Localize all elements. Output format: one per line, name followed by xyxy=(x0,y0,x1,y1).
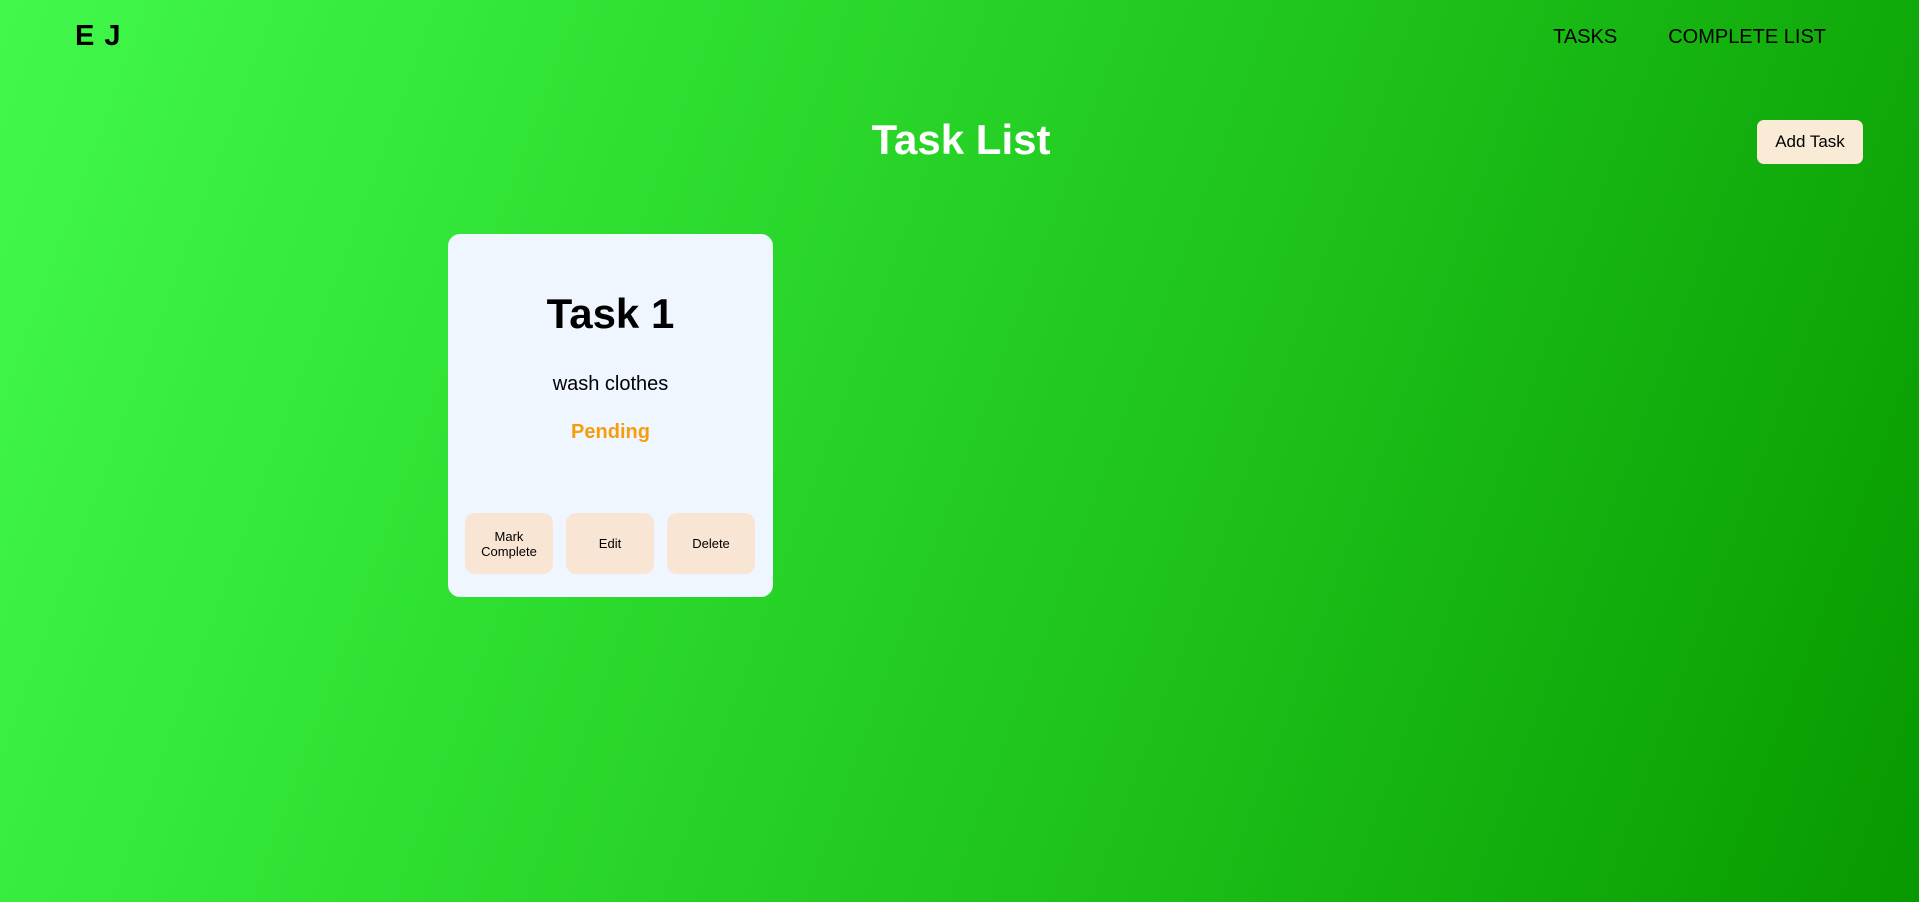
task-status-badge: Pending xyxy=(571,421,650,443)
nav-link-complete-list[interactable]: COMPLETE LIST xyxy=(1668,26,1826,49)
mark-complete-button[interactable]: Mark Complete xyxy=(465,513,553,574)
task-card: Task 1 wash clothes Pending Mark Complet… xyxy=(448,234,773,597)
add-task-button[interactable]: Add Task xyxy=(1757,120,1863,164)
edit-button[interactable]: Edit xyxy=(566,513,654,574)
nav-links: TASKS COMPLETE LIST xyxy=(1553,26,1826,49)
task-description: wash clothes xyxy=(552,373,669,395)
navbar: E J TASKS COMPLETE LIST xyxy=(0,0,1919,74)
page-title: Task List xyxy=(871,116,1051,163)
task-actions: Mark Complete Edit Delete xyxy=(465,513,755,574)
task-title: Task 1 xyxy=(546,290,675,337)
nav-link-tasks[interactable]: TASKS xyxy=(1553,26,1617,49)
delete-button[interactable]: Delete xyxy=(667,513,755,574)
brand-logo: E J xyxy=(75,20,122,52)
